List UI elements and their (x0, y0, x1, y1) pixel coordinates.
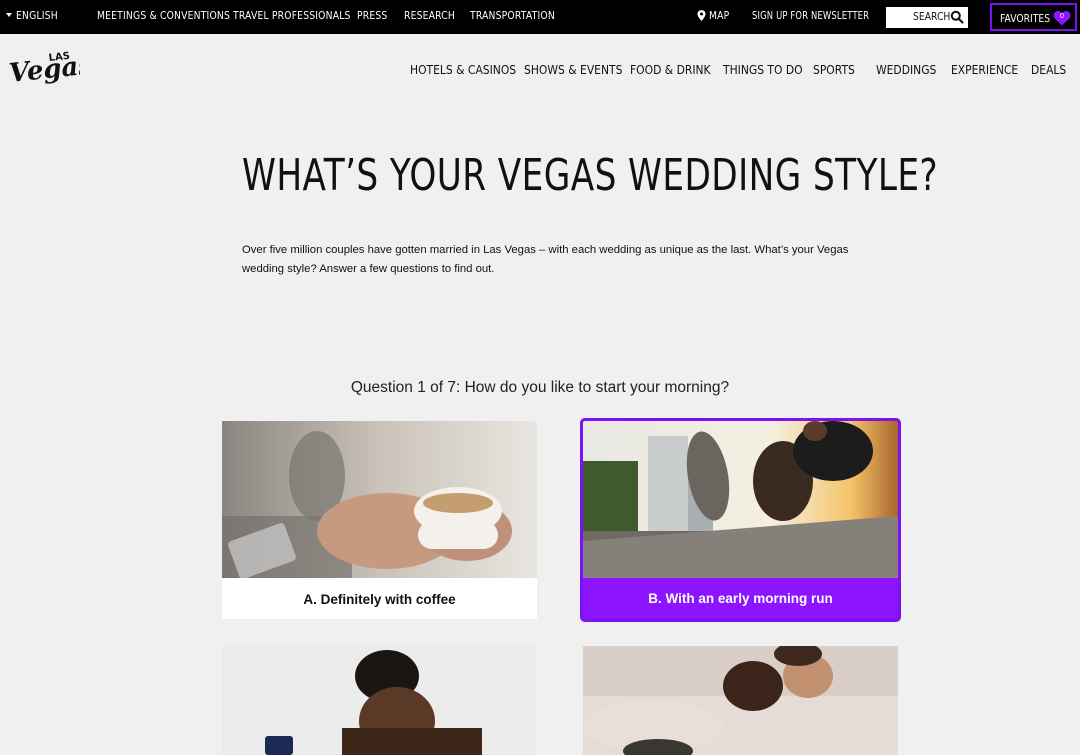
intro-text: Over five million couples have gotten ma… (242, 244, 849, 275)
answer-option-d[interactable] (583, 646, 898, 755)
runner-stretching-photo (583, 421, 898, 578)
favorites-label: FAVORITES (1000, 13, 1051, 25)
nav-weddings[interactable]: WEDDINGS (876, 62, 936, 77)
quiz-question: Question 1 of 7: How do you like to star… (350, 379, 730, 396)
utility-bar: ENGLISH MEETINGS & CONVENTIONS TRAVEL PR… (0, 0, 1080, 34)
caret-down-icon (6, 13, 12, 17)
favorites-count: 0 (1060, 13, 1064, 20)
link-meetings-conventions[interactable]: MEETINGS & CONVENTIONS (97, 10, 230, 22)
answer-option-c[interactable] (222, 646, 537, 755)
coffee-cup-photo (222, 421, 537, 578)
link-transportation[interactable]: TRANSPORTATION (470, 10, 555, 22)
nav-hotels-casinos[interactable]: HOTELS & CASINOS (410, 62, 516, 77)
answer-option-b[interactable]: B. With an early morning run (580, 418, 901, 622)
link-research[interactable]: RESEARCH (404, 10, 455, 22)
couple-in-bed-photo (583, 646, 898, 755)
nav-deals[interactable]: DEALS (1031, 62, 1066, 77)
search-button[interactable]: SEARCH (886, 7, 968, 28)
svg-text:Vegas: Vegas (8, 50, 80, 89)
page-title: WHAT’S YOUR VEGAS WEDDING STYLE? (242, 150, 939, 201)
newsletter-link[interactable]: SIGN UP FOR NEWSLETTER (752, 10, 869, 22)
search-icon (950, 10, 964, 24)
link-press[interactable]: PRESS (357, 10, 387, 22)
woman-sleeping-photo (222, 646, 537, 755)
link-travel-professionals[interactable]: TRAVEL PROFESSIONALS (233, 10, 351, 22)
nav-sports[interactable]: SPORTS (813, 62, 855, 77)
answer-option-a[interactable]: A. Definitely with coffee (222, 421, 537, 619)
search-label: SEARCH (913, 11, 951, 23)
nav-shows-events[interactable]: SHOWS & EVENTS (524, 62, 622, 77)
las-vegas-logo[interactable]: LAS Vegas (8, 48, 80, 92)
option-b-label: B. With an early morning run (648, 591, 833, 606)
language-selector[interactable]: ENGLISH (16, 10, 58, 22)
favorites-button[interactable]: FAVORITES 0 (990, 3, 1077, 31)
map-link[interactable]: MAP (709, 10, 729, 22)
nav-food-drink[interactable]: FOOD & DRINK (630, 62, 711, 77)
map-pin-icon (697, 10, 706, 21)
nav-experience[interactable]: EXPERIENCE (951, 62, 1018, 77)
nav-things-to-do[interactable]: THINGS TO DO (723, 62, 803, 77)
option-a-label: A. Definitely with coffee (303, 592, 456, 607)
